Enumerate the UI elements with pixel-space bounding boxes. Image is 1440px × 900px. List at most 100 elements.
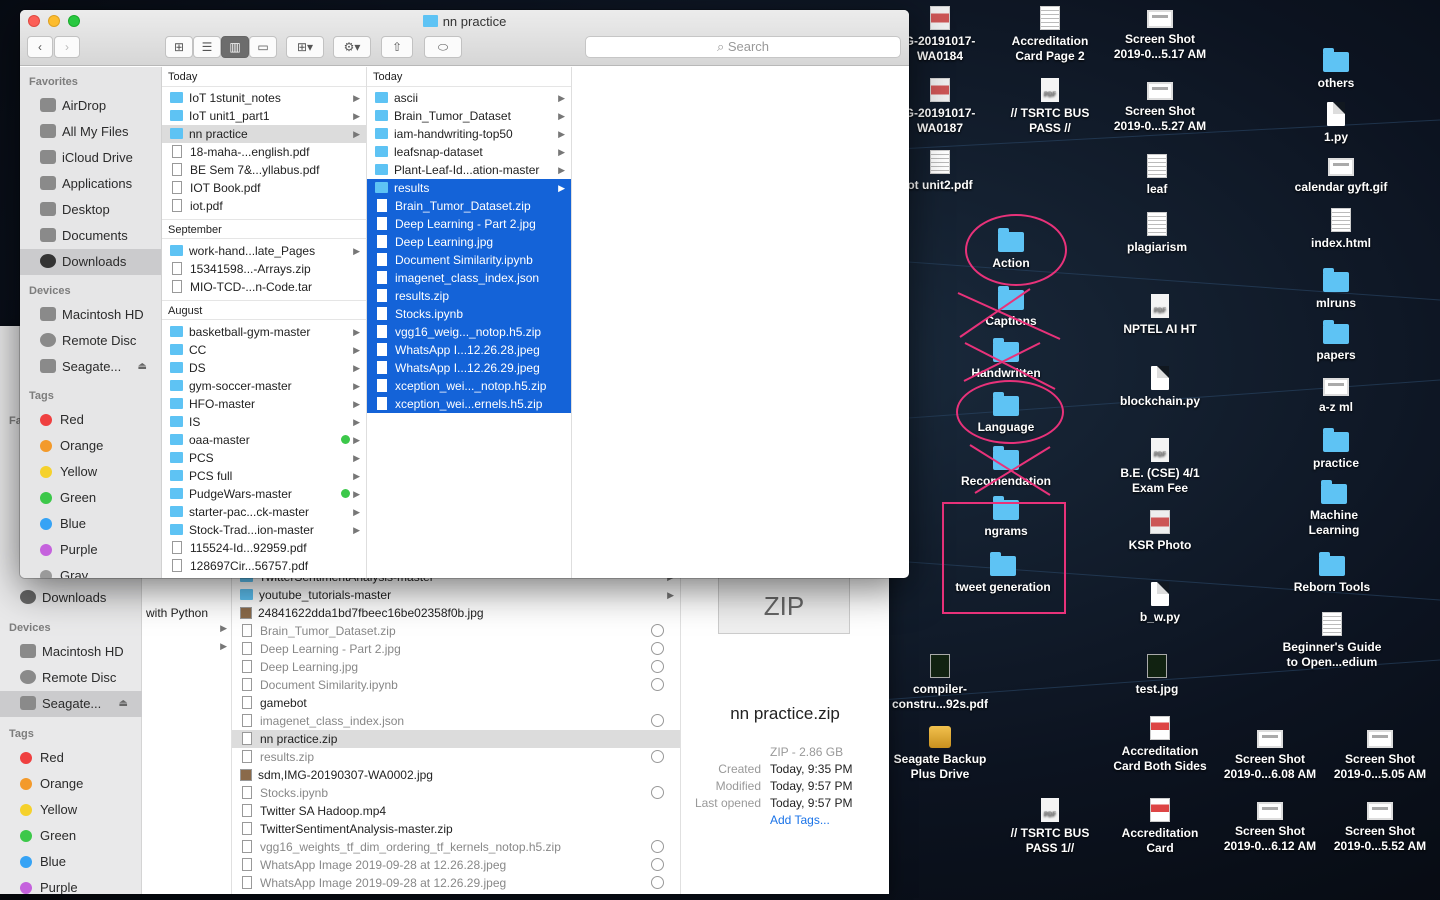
file-item[interactable]: WhatsApp I...12.26.29.jpeg: [367, 359, 571, 377]
add-tags-link[interactable]: Add Tags...: [681, 812, 889, 829]
eject-icon[interactable]: ⏏: [119, 691, 128, 717]
folder-item[interactable]: youtube_tutorials-master ▶: [232, 586, 680, 604]
tag-yellow[interactable]: Yellow: [0, 797, 142, 823]
icloud-download-icon[interactable]: [651, 750, 664, 763]
tags-button[interactable]: ⬭: [424, 36, 462, 58]
sidebar-item-downloads[interactable]: Downloads: [20, 249, 161, 275]
desktop-item-nptel-ai-ht[interactable]: PDF NPTEL AI HT: [1100, 294, 1220, 337]
desktop-item-accreditation[interactable]: Accreditation Card: [1100, 798, 1220, 856]
back-col1-partial-item[interactable]: with Python: [138, 604, 208, 622]
desktop-item-screen-shot[interactable]: Screen Shot 2019-0...5.17 AM: [1100, 6, 1220, 62]
tag-red[interactable]: Red: [0, 745, 142, 771]
back-sidebar-item-seagate[interactable]: Seagate... ⏏: [0, 691, 142, 717]
file-item[interactable]: Document Similarity.ipynb: [367, 251, 571, 269]
file-item[interactable]: MIO-TCD-...n-Code.tar: [162, 278, 366, 296]
desktop-item-b-w-py[interactable]: b_w.py: [1100, 582, 1220, 625]
folder-item[interactable]: Stock-Trad...ion-master ▶: [162, 521, 366, 539]
file-item[interactable]: xception_wei...ernels.h5.zip: [367, 395, 571, 413]
gallery-view-button[interactable]: ▭: [249, 36, 277, 58]
desktop-item-ksr-photo[interactable]: KSR Photo: [1100, 510, 1220, 553]
file-item[interactable]: vgg16_weig..._notop.h5.zip: [367, 323, 571, 341]
desktop-item-screen-shot[interactable]: Screen Shot 2019-0...6.12 AM: [1210, 798, 1330, 854]
sidebar-item-remote-disc[interactable]: Remote Disc: [20, 328, 161, 354]
desktop-item-a-z-ml[interactable]: a-z ml: [1276, 374, 1396, 415]
file-item[interactable]: Stocks.ipynb: [367, 305, 571, 323]
back-sidebar-item-downloads[interactable]: Downloads: [0, 585, 142, 611]
folder-item[interactable]: leafsnap-dataset ▶: [367, 143, 571, 161]
file-item[interactable]: 128697Cir...56757.pdf: [162, 557, 366, 575]
eject-icon[interactable]: ⏏: [138, 354, 147, 380]
back-sidebar-item-remote-disc[interactable]: Remote Disc: [0, 665, 142, 691]
desktop-item-1-py[interactable]: 1.py: [1276, 102, 1396, 145]
sidebar-item-applications[interactable]: Applications: [20, 171, 161, 197]
file-item[interactable]: iot.pdf: [162, 197, 366, 215]
file-item[interactable]: Deep Learning.jpg: [232, 658, 680, 676]
icloud-download-icon[interactable]: [651, 840, 664, 853]
folder-item[interactable]: PudgeWars-master ▶: [162, 485, 366, 503]
folder-item[interactable]: IoT 1stunit_notes ▶: [162, 89, 366, 107]
desktop-item-test-jpg[interactable]: test.jpg: [1097, 654, 1217, 697]
icloud-download-icon[interactable]: [651, 678, 664, 691]
desktop-item-index-html[interactable]: index.html: [1281, 208, 1401, 251]
file-item[interactable]: Brain_Tumor_Dataset.zip: [232, 622, 680, 640]
icloud-download-icon[interactable]: [651, 876, 664, 889]
file-item[interactable]: Document Similarity.ipynb: [232, 676, 680, 694]
icloud-download-icon[interactable]: [651, 660, 664, 673]
folder-item[interactable]: ascii ▶: [367, 89, 571, 107]
tag-purple[interactable]: Purple: [0, 875, 142, 894]
icloud-download-icon[interactable]: [651, 642, 664, 655]
sidebar-item-icloud-drive[interactable]: iCloud Drive: [20, 145, 161, 171]
file-item[interactable]: IOT Book.pdf: [162, 179, 366, 197]
sidebar-item-seagate[interactable]: Seagate... ⏏: [20, 354, 161, 380]
sidebar-item-all-my-files[interactable]: All My Files: [20, 119, 161, 145]
file-item[interactable]: gamebot: [232, 694, 680, 712]
file-item[interactable]: results.zip: [232, 748, 680, 766]
desktop-item-plagiarism[interactable]: plagiarism: [1097, 212, 1217, 255]
back-sidebar-item-macintosh-hd[interactable]: Macintosh HD: [0, 639, 142, 665]
file-item[interactable]: imagenet_class_index.json: [367, 269, 571, 287]
file-item[interactable]: nn practice.zip: [232, 730, 680, 748]
desktop-item-screen-shot[interactable]: Screen Shot 2019-0...6.08 AM: [1210, 726, 1330, 782]
desktop-item-reborn-tools[interactable]: Reborn Tools: [1272, 552, 1392, 595]
folder-item[interactable]: IoT unit1_part1 ▶: [162, 107, 366, 125]
folder-item[interactable]: basketball-gym-master ▶: [162, 323, 366, 341]
tag-orange[interactable]: Orange: [20, 433, 161, 459]
file-item[interactable]: vgg16_weights_tf_dim_ordering_tf_kernels…: [232, 838, 680, 856]
file-item[interactable]: WhatsApp Image 2019-09-28 at 12.26.28.jp…: [232, 856, 680, 874]
tag-blue[interactable]: Blue: [0, 849, 142, 875]
folder-item[interactable]: CC ▶: [162, 341, 366, 359]
desktop-item-machine[interactable]: Machine Learning: [1274, 480, 1394, 538]
folder-item[interactable]: Plant-Leaf-Id...ation-master ▶: [367, 161, 571, 179]
folder-item[interactable]: DS ▶: [162, 359, 366, 377]
desktop-item-compiler[interactable]: compiler- constru...92s.pdf: [880, 654, 1000, 712]
desktop-item-blockchain-py[interactable]: blockchain.py: [1100, 366, 1220, 409]
sidebar-item-macintosh-hd[interactable]: Macintosh HD: [20, 302, 161, 328]
folder-item[interactable]: iam-handwriting-top50 ▶: [367, 125, 571, 143]
column-view-button[interactable]: ▥: [221, 36, 249, 58]
file-item[interactable]: results.zip: [367, 287, 571, 305]
desktop-item-accreditation[interactable]: Accreditation Card Both Sides: [1100, 716, 1220, 774]
tag-green[interactable]: Green: [0, 823, 142, 849]
file-item[interactable]: 24841622dda1bd7fbeec16be02358f0b.jpg: [232, 604, 680, 622]
desktop-item-tsrtc-bus[interactable]: PDF // TSRTC BUS PASS //: [990, 78, 1110, 136]
file-item[interactable]: 15341598...-Arrays.zip: [162, 260, 366, 278]
desktop-item-tsrtc-bus[interactable]: PDF // TSRTC BUS PASS 1//: [990, 798, 1110, 856]
tag-orange[interactable]: Orange: [0, 771, 142, 797]
file-item[interactable]: imagenet_class_index.json: [232, 712, 680, 730]
desktop-item-calendar-gyft-gif[interactable]: calendar gyft.gif: [1281, 154, 1401, 195]
folder-item[interactable]: HFO-master ▶: [162, 395, 366, 413]
desktop-item-b-e-cse-4-1[interactable]: PDF B.E. (CSE) 4/1 Exam Fee: [1100, 438, 1220, 496]
folder-item[interactable]: results ▶: [367, 179, 571, 197]
icloud-download-icon[interactable]: [651, 786, 664, 799]
file-item[interactable]: Deep Learning - Part 2.jpg: [367, 215, 571, 233]
file-item[interactable]: WhatsApp Image 2019-09-28 at 12.26.29.jp…: [232, 874, 680, 892]
tag-red[interactable]: Red: [20, 407, 161, 433]
file-item[interactable]: sdm,IMG-20190307-WA0002.jpg: [232, 766, 680, 784]
file-item[interactable]: Stocks.ipynb: [232, 784, 680, 802]
tag-gray[interactable]: Gray: [20, 563, 161, 578]
desktop-item-screen-shot[interactable]: Screen Shot 2019-0...5.27 AM: [1100, 78, 1220, 134]
tag-blue[interactable]: Blue: [20, 511, 161, 537]
folder-item[interactable]: nn practice ▶: [162, 125, 366, 143]
action-gear-button[interactable]: ⚙▾: [333, 36, 371, 58]
icloud-download-icon[interactable]: [651, 858, 664, 871]
